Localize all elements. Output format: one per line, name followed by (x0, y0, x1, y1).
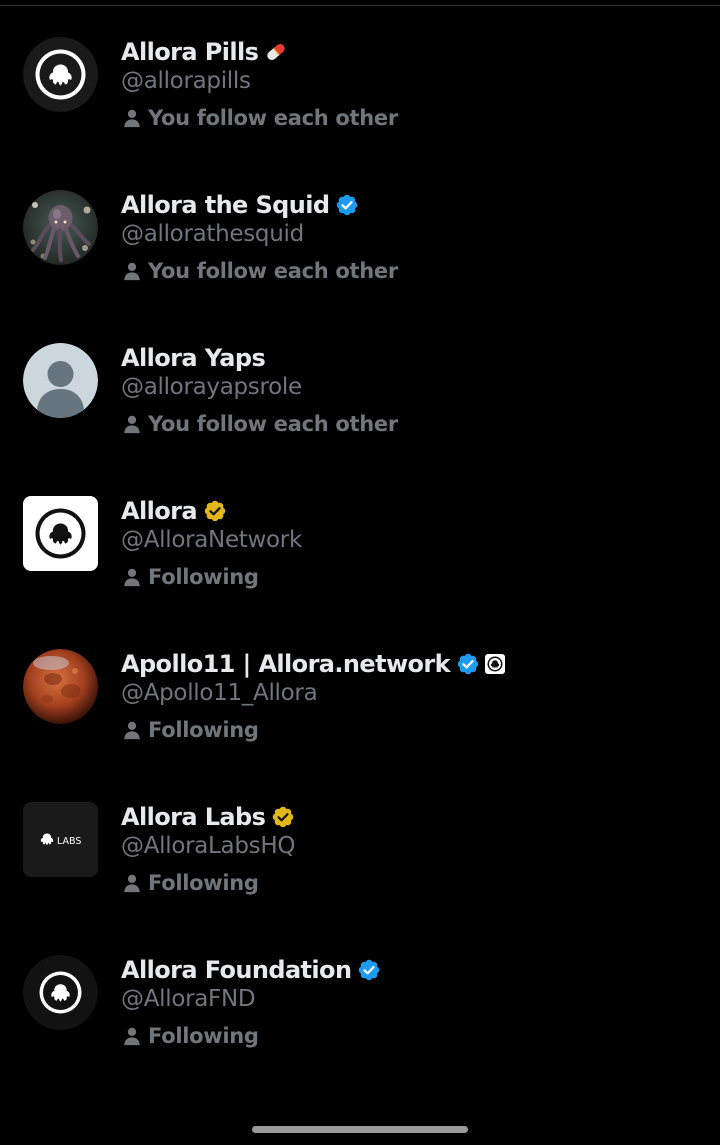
display-name[interactable]: Allora the Squid (121, 191, 330, 219)
handle: @Apollo11_Allora (121, 680, 318, 706)
home-indicator[interactable] (252, 1126, 468, 1133)
display-name[interactable]: Allora Labs (121, 803, 266, 831)
avatar[interactable] (23, 955, 98, 1030)
pill-emoji-icon (264, 40, 288, 64)
handle: @AlloraLabsHQ (121, 833, 296, 859)
allora-logo-icon (23, 496, 98, 571)
display-name[interactable]: Allora Yaps (121, 344, 266, 372)
handle: @AlloraFND (121, 986, 256, 1012)
follow-status: You follow each other (121, 410, 398, 438)
person-icon (121, 1025, 143, 1047)
avatar[interactable] (23, 37, 98, 112)
follow-status: You follow each other (121, 104, 398, 132)
follow-status: You follow each other (121, 257, 398, 285)
allora-labs-logo-icon: LABS (23, 802, 98, 877)
allora-logo-icon (23, 37, 98, 112)
handle: @AlloraNetwork (121, 527, 302, 553)
list-item[interactable]: Allora Yaps @allorayapsrole You follow e… (0, 306, 720, 446)
follow-status-text: Following (148, 718, 259, 742)
display-name[interactable]: Allora Pills (121, 38, 259, 66)
handle: @allorapills (121, 68, 251, 94)
verified-badge-icon[interactable] (456, 652, 480, 676)
follow-status: Following (121, 869, 259, 897)
list-item[interactable]: Allora the Squid @allorathesquid You fol… (0, 153, 720, 293)
avatar[interactable] (23, 343, 98, 418)
blood-moon-photo-icon (23, 649, 98, 724)
gold-verified-badge-icon[interactable] (271, 805, 295, 829)
avatar[interactable] (23, 649, 98, 724)
follow-status: Following (121, 563, 259, 591)
person-icon (121, 872, 143, 894)
handle: @allorathesquid (121, 221, 304, 247)
follow-status: Following (121, 716, 259, 744)
affiliate-badge-icon[interactable] (484, 653, 506, 675)
follow-status-text: Following (148, 871, 259, 895)
handle: @allorayapsrole (121, 374, 302, 400)
display-name[interactable]: Allora Foundation (121, 956, 352, 984)
avatar[interactable] (23, 190, 98, 265)
default-profile-icon (23, 343, 98, 418)
avatar[interactable]: LABS (23, 802, 98, 877)
squid-photo-icon (23, 190, 98, 265)
person-icon (121, 107, 143, 129)
list-item[interactable]: Allora Pills @allorapills You follow eac… (0, 0, 720, 140)
display-name[interactable]: Apollo11 | Allora.network (121, 650, 451, 678)
display-name[interactable]: Allora (121, 497, 198, 525)
list-item[interactable]: LABS Allora Labs @AlloraLabsHQ Following (0, 765, 720, 905)
follow-status-text: You follow each other (148, 259, 398, 283)
person-icon (121, 719, 143, 741)
follow-status: Following (121, 1022, 259, 1050)
follow-status-text: Following (148, 1024, 259, 1048)
verified-badge-icon[interactable] (357, 958, 381, 982)
list-item[interactable]: Allora Foundation @AlloraFND Following (0, 918, 720, 1058)
list-item[interactable]: Apollo11 | Allora.network @Apollo11_Allo… (0, 612, 720, 752)
person-icon (121, 566, 143, 588)
follow-status-text: Following (148, 565, 259, 589)
person-icon (121, 260, 143, 282)
follow-status-text: You follow each other (148, 412, 398, 436)
avatar-labs-text: LABS (57, 836, 81, 847)
list-item[interactable]: Allora @AlloraNetwork Following (0, 459, 720, 599)
allora-logo-icon (23, 955, 98, 1030)
gold-verified-badge-icon[interactable] (203, 499, 227, 523)
avatar[interactable] (23, 496, 98, 571)
follow-status-text: You follow each other (148, 106, 398, 130)
person-icon (121, 413, 143, 435)
verified-badge-icon[interactable] (335, 193, 359, 217)
